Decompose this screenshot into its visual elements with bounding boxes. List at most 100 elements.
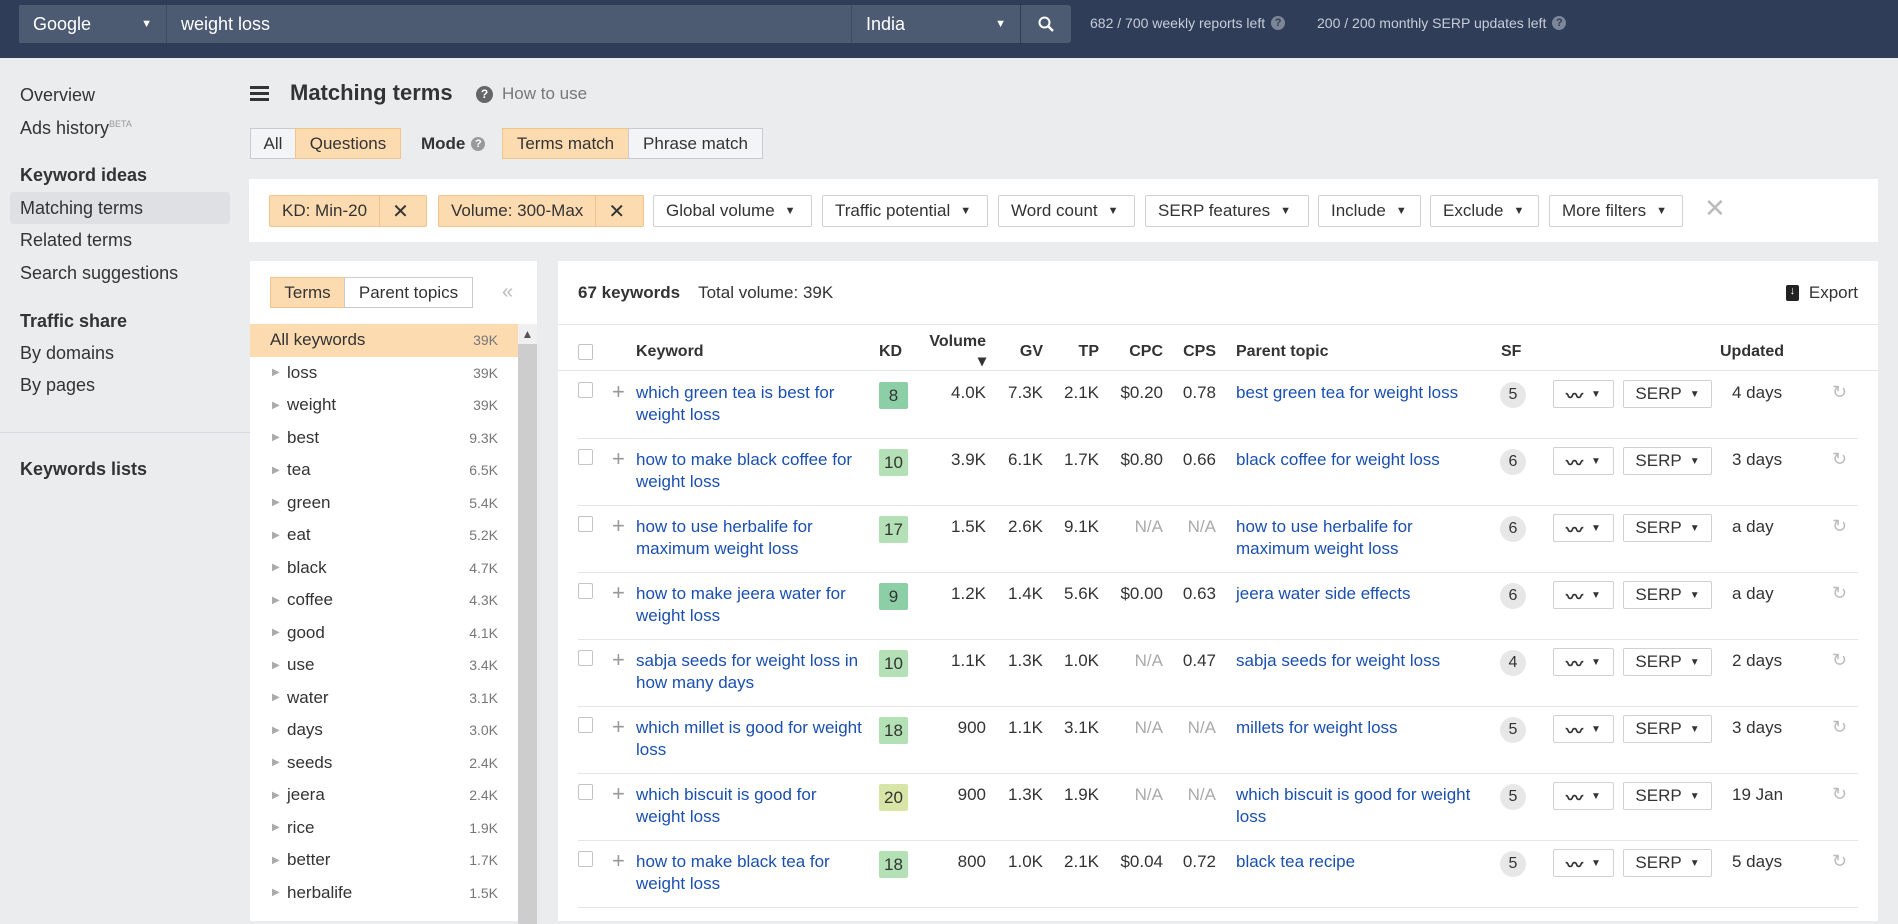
serp-features-filter[interactable]: SERP features ▼ [1145, 195, 1309, 227]
search-engine-select[interactable]: Google ▼ [19, 5, 166, 43]
sf-count-badge[interactable]: 4 [1500, 650, 1526, 676]
row-checkbox[interactable] [578, 851, 593, 867]
refresh-icon[interactable]: ↻ [1832, 717, 1872, 738]
how-to-use-link[interactable]: ? How to use [476, 84, 587, 104]
row-checkbox[interactable] [578, 583, 593, 599]
keyword-link[interactable]: how to make jeera water for weight loss [636, 583, 870, 627]
serp-button[interactable]: SERP ▼ [1623, 581, 1712, 609]
serp-button[interactable]: SERP ▼ [1623, 380, 1712, 408]
sf-count-badge[interactable]: 5 [1500, 784, 1526, 810]
search-button[interactable] [1021, 5, 1071, 43]
expand-icon[interactable]: ▶ [272, 432, 280, 443]
tab-parent-topics[interactable]: Parent topics [344, 277, 473, 308]
phrase-match-button[interactable]: Phrase match [628, 128, 763, 159]
row-checkbox[interactable] [578, 784, 593, 800]
term-item[interactable]: ▶ weight 39K [250, 389, 518, 422]
term-item[interactable]: ▶ seeds 2.4K [250, 747, 518, 780]
keyword-input[interactable]: weight loss [166, 5, 851, 43]
term-item[interactable]: ▶ best 9.3K [250, 422, 518, 455]
country-select[interactable]: India ▼ [851, 5, 1020, 43]
help-icon[interactable]: ? [1271, 16, 1286, 30]
global-volume-filter[interactable]: Global volume ▼ [653, 195, 812, 227]
sf-count-badge[interactable]: 5 [1500, 851, 1526, 877]
keyword-link[interactable]: how to use herbalife for maximum weight … [636, 516, 870, 560]
scroll-up-icon[interactable]: ▲ [518, 324, 537, 344]
expand-icon[interactable]: ▶ [272, 595, 280, 606]
sf-count-badge[interactable]: 6 [1500, 583, 1526, 609]
collapse-icon[interactable]: « [502, 281, 513, 304]
refresh-icon[interactable]: ↻ [1832, 449, 1872, 470]
add-to-list-icon[interactable]: + [612, 716, 636, 738]
col-tp[interactable]: TP [1043, 343, 1099, 361]
add-to-list-icon[interactable]: + [612, 448, 636, 470]
trend-chart-button[interactable]: 〰 ▼ [1553, 447, 1614, 475]
add-to-list-icon[interactable]: + [612, 515, 636, 537]
term-item[interactable]: ▶ better 1.7K [250, 844, 518, 877]
add-to-list-icon[interactable]: + [612, 582, 636, 604]
expand-icon[interactable]: ▶ [272, 530, 280, 541]
refresh-icon[interactable]: ↻ [1832, 516, 1872, 537]
trend-chart-button[interactable]: 〰 ▼ [1553, 581, 1614, 609]
menu-icon[interactable] [250, 86, 269, 104]
expand-icon[interactable]: ▶ [272, 887, 280, 898]
col-keyword[interactable]: Keyword [636, 343, 870, 361]
sidebar-item-by-pages[interactable]: By pages [20, 375, 95, 396]
trend-chart-button[interactable]: 〰 ▼ [1553, 514, 1614, 542]
expand-icon[interactable]: ▶ [272, 790, 280, 801]
term-item[interactable]: ▶ days 3.0K [250, 714, 518, 747]
sf-count-badge[interactable]: 6 [1500, 516, 1526, 542]
expand-icon[interactable]: ▶ [272, 562, 280, 573]
term-item[interactable]: All keywords 39K [250, 324, 518, 357]
refresh-icon[interactable]: ↻ [1832, 784, 1872, 805]
sidebar-item-matching-terms[interactable]: Matching terms [20, 198, 143, 219]
trend-chart-button[interactable]: 〰 ▼ [1553, 380, 1614, 408]
row-checkbox[interactable] [578, 382, 593, 398]
expand-icon[interactable]: ▶ [272, 465, 280, 476]
expand-icon[interactable]: ▶ [272, 757, 280, 768]
parent-topic-link[interactable]: best green tea for weight loss [1236, 382, 1490, 404]
refresh-icon[interactable]: ↻ [1832, 851, 1872, 872]
clear-filters-icon[interactable]: ✕ [1704, 193, 1726, 224]
more-filters-button[interactable]: More filters ▼ [1549, 195, 1683, 227]
keyword-link[interactable]: which millet is good for weight loss [636, 717, 870, 761]
keyword-link[interactable]: how to make black coffee for weight loss [636, 449, 870, 493]
col-cpc[interactable]: CPC [1099, 343, 1163, 361]
row-checkbox[interactable] [578, 516, 593, 532]
parent-topic-link[interactable]: black tea recipe [1236, 851, 1490, 873]
row-checkbox[interactable] [578, 717, 593, 733]
sidebar-item-keywords-lists[interactable]: Keywords lists [20, 459, 147, 480]
trend-chart-button[interactable]: 〰 ▼ [1553, 849, 1614, 877]
close-icon[interactable]: ✕ [595, 196, 637, 226]
col-updated[interactable]: Updated [1720, 343, 1832, 361]
expand-icon[interactable]: ▶ [272, 822, 280, 833]
include-filter[interactable]: Include ▼ [1318, 195, 1421, 227]
serp-button[interactable]: SERP ▼ [1623, 782, 1712, 810]
sidebar-item-ads-history[interactable]: Ads historyBETA [20, 118, 132, 139]
serp-button[interactable]: SERP ▼ [1623, 447, 1712, 475]
add-to-list-icon[interactable]: + [612, 649, 636, 671]
term-item[interactable]: ▶ eat 5.2K [250, 519, 518, 552]
row-checkbox[interactable] [578, 449, 593, 465]
col-volume[interactable]: Volume ▾ [920, 333, 986, 371]
add-to-list-icon[interactable]: + [612, 381, 636, 403]
expand-icon[interactable]: ▶ [272, 627, 280, 638]
serp-button[interactable]: SERP ▼ [1623, 715, 1712, 743]
keyword-link[interactable]: sabja seeds for weight loss in how many … [636, 650, 870, 694]
export-button[interactable]: ↓ Export [1785, 283, 1858, 303]
keyword-link[interactable]: which green tea is best for weight loss [636, 382, 870, 426]
trend-chart-button[interactable]: 〰 ▼ [1553, 715, 1614, 743]
parent-topic-link[interactable]: which biscuit is good for weight loss [1236, 784, 1490, 828]
term-item[interactable]: ▶ tea 6.5K [250, 454, 518, 487]
row-checkbox[interactable] [578, 650, 593, 666]
term-item[interactable]: ▶ good 4.1K [250, 617, 518, 650]
parent-topic-link[interactable]: black coffee for weight loss [1236, 449, 1490, 471]
select-all-checkbox[interactable] [578, 344, 593, 360]
filter-questions-button[interactable]: Questions [295, 128, 401, 159]
add-to-list-icon[interactable]: + [612, 783, 636, 805]
parent-topic-link[interactable]: sabja seeds for weight loss [1236, 650, 1490, 672]
col-cps[interactable]: CPS [1163, 343, 1216, 361]
expand-icon[interactable]: ▶ [272, 725, 280, 736]
parent-topic-link[interactable]: how to use herbalife for maximum weight … [1236, 516, 1490, 560]
parent-topic-link[interactable]: millets for weight loss [1236, 717, 1490, 739]
traffic-potential-filter[interactable]: Traffic potential ▼ [822, 195, 988, 227]
